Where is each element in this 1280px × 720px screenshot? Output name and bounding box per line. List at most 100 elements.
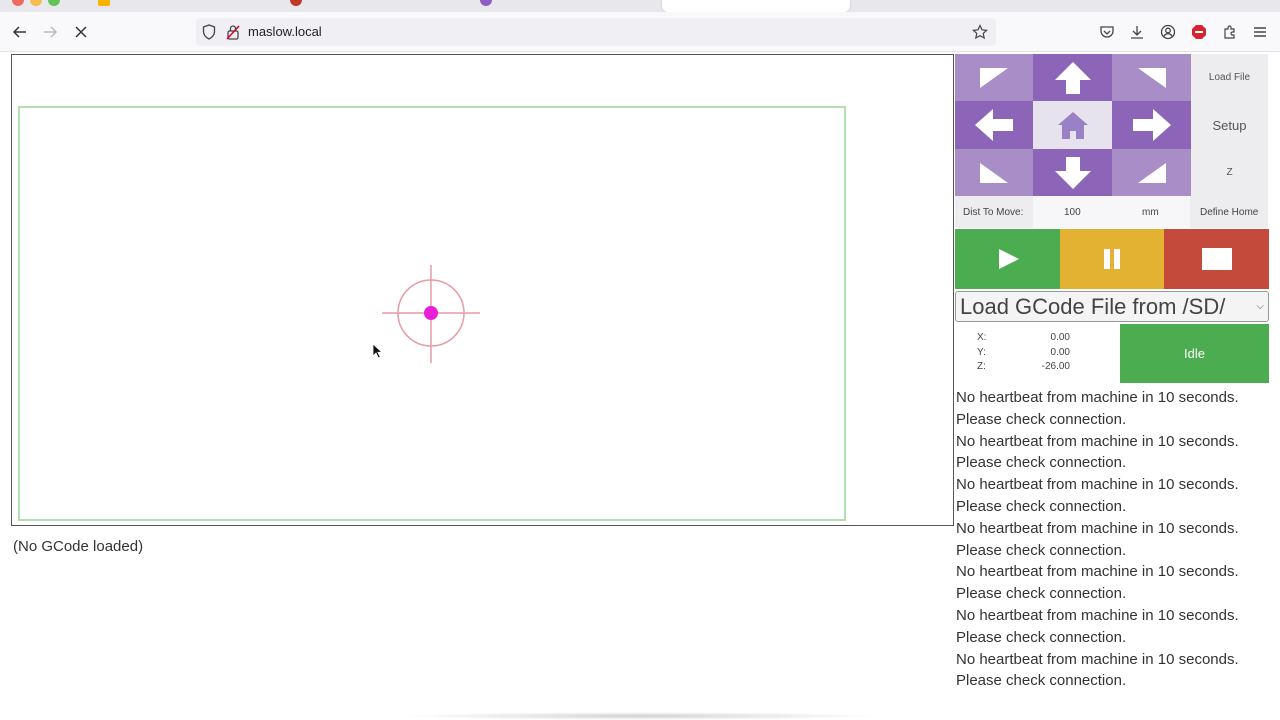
forward-button[interactable] bbox=[38, 20, 62, 44]
log-line: No heartbeat from machine in 10 seconds. bbox=[956, 389, 1239, 406]
mouse-cursor-icon bbox=[372, 343, 384, 359]
tab-favicon-icon bbox=[480, 0, 492, 6]
tab-favicon-icon bbox=[98, 0, 110, 6]
distance-unit-toggle[interactable]: mm bbox=[1142, 207, 1159, 218]
browser-tab-strip bbox=[0, 0, 1280, 12]
gcode-file-select[interactable]: Load GCode File from /SD/ ⌵ bbox=[955, 291, 1269, 322]
load-file-button[interactable]: Load File bbox=[1191, 54, 1268, 101]
preview-canvas[interactable] bbox=[11, 54, 954, 526]
browser-tab-active[interactable] bbox=[662, 0, 850, 12]
message-log: No heartbeat from machine in 10 seconds.… bbox=[956, 387, 1270, 692]
pocket-icon bbox=[1100, 26, 1114, 38]
window-close-icon[interactable] bbox=[12, 0, 24, 6]
bookmark-star-icon[interactable] bbox=[972, 24, 988, 40]
downloads-button[interactable] bbox=[1125, 20, 1149, 44]
distance-row: Dist To Move: 100 mm Define Home bbox=[955, 196, 1268, 228]
arrow-right-icon bbox=[1132, 109, 1171, 141]
y-value: 0.00 bbox=[1050, 347, 1070, 358]
jog-left-button[interactable] bbox=[955, 101, 1033, 149]
browser-tab[interactable] bbox=[290, 0, 470, 12]
window-shadow bbox=[400, 712, 880, 720]
extensions-button[interactable] bbox=[1218, 20, 1242, 44]
browser-tab[interactable] bbox=[98, 0, 278, 12]
pause-button[interactable] bbox=[1060, 229, 1164, 289]
log-line: Please check connection. bbox=[956, 454, 1127, 472]
jog-up-left-button[interactable] bbox=[955, 54, 1033, 101]
x-position-row: X: 0.00 bbox=[955, 332, 1119, 346]
x-value: 0.00 bbox=[1050, 332, 1070, 343]
chevron-down-icon: ⌵ bbox=[1256, 301, 1264, 312]
menu-button[interactable] bbox=[1248, 20, 1272, 44]
log-line: Please check connection. bbox=[956, 672, 1127, 690]
shield-icon[interactable] bbox=[202, 24, 216, 40]
log-line: Please check connection. bbox=[956, 410, 1127, 428]
log-line: No heartbeat from machine in 10 seconds. bbox=[956, 563, 1239, 581]
address-bar[interactable]: maslow.local bbox=[196, 18, 996, 46]
dist-to-move-label: Dist To Move: bbox=[963, 207, 1024, 218]
log-line: Please check connection. bbox=[956, 497, 1127, 515]
define-home-button[interactable]: Define Home bbox=[1200, 207, 1258, 218]
y-label: Y: bbox=[977, 347, 986, 358]
dist-to-move-value[interactable]: 100 bbox=[1064, 207, 1081, 218]
jog-up-button[interactable] bbox=[1033, 54, 1112, 101]
insecure-lock-icon[interactable] bbox=[226, 24, 240, 40]
account-button[interactable] bbox=[1156, 20, 1180, 44]
log-line: No heartbeat from machine in 10 seconds. bbox=[956, 432, 1239, 450]
jog-right-button[interactable] bbox=[1112, 101, 1191, 149]
url-text[interactable]: maslow.local bbox=[248, 24, 322, 39]
play-button[interactable] bbox=[955, 229, 1060, 289]
z-label: Z: bbox=[977, 361, 986, 372]
jog-home-button[interactable] bbox=[1033, 101, 1112, 149]
stop-loading-button[interactable] bbox=[69, 20, 93, 44]
jog-pad bbox=[955, 54, 1191, 196]
pocket-button[interactable] bbox=[1095, 20, 1119, 44]
jog-down-left-button[interactable] bbox=[955, 149, 1033, 196]
jog-down-right-button[interactable] bbox=[1112, 149, 1191, 196]
run-controls bbox=[955, 229, 1269, 289]
arrow-forward-icon bbox=[44, 26, 58, 38]
close-icon bbox=[75, 26, 87, 38]
gcode-status-text: (No GCode loaded) bbox=[13, 538, 144, 555]
adblock-icon bbox=[1192, 25, 1206, 39]
gcode-file-select-value: Load GCode File from /SD/ bbox=[960, 294, 1226, 319]
log-line: No heartbeat from machine in 10 seconds. bbox=[956, 519, 1239, 537]
position-readout: X: 0.00 Y: 0.00 Z: -26.00 bbox=[955, 330, 1119, 382]
z-button[interactable]: Z bbox=[1191, 149, 1268, 196]
stop-icon bbox=[1201, 248, 1232, 270]
arrow-up-icon bbox=[1054, 61, 1091, 94]
setup-button[interactable]: Setup bbox=[1191, 101, 1268, 149]
arrow-up-right-icon bbox=[1137, 67, 1166, 88]
position-dot bbox=[424, 306, 438, 320]
jog-down-button[interactable] bbox=[1033, 149, 1112, 196]
log-line: Please check connection. bbox=[956, 541, 1127, 559]
log-line: Please check connection. bbox=[956, 585, 1127, 603]
account-icon bbox=[1160, 24, 1176, 40]
arrow-back-icon bbox=[12, 26, 26, 38]
window-minimize-icon[interactable] bbox=[30, 0, 42, 6]
z-value: -26.00 bbox=[1041, 361, 1070, 372]
adblock-button[interactable] bbox=[1187, 20, 1211, 44]
dist-to-move-input[interactable] bbox=[1033, 196, 1190, 228]
crosshair-icon bbox=[382, 265, 480, 363]
window-maximize-icon[interactable] bbox=[48, 0, 60, 6]
puzzle-icon bbox=[1224, 25, 1235, 39]
log-line: No heartbeat from machine in 10 seconds. bbox=[956, 476, 1239, 494]
browser-toolbar: maslow.local bbox=[0, 12, 1280, 52]
y-position-row: Y: 0.00 bbox=[955, 347, 1119, 361]
jog-up-right-button[interactable] bbox=[1112, 54, 1191, 101]
stop-button[interactable] bbox=[1164, 229, 1269, 289]
arrow-down-icon bbox=[1054, 156, 1091, 189]
tab-favicon-icon bbox=[290, 0, 302, 6]
home-icon bbox=[1057, 112, 1088, 139]
arrow-down-left-icon bbox=[980, 162, 1008, 183]
back-button[interactable] bbox=[8, 20, 32, 44]
arrow-up-left-icon bbox=[980, 67, 1008, 88]
hamburger-menu-icon bbox=[1254, 27, 1266, 37]
download-icon bbox=[1131, 26, 1143, 39]
z-position-row: Z: -26.00 bbox=[955, 361, 1119, 375]
log-line: Please check connection. bbox=[956, 628, 1127, 646]
x-label: X: bbox=[977, 332, 987, 343]
play-icon bbox=[998, 249, 1019, 269]
browser-tab[interactable] bbox=[480, 0, 660, 12]
pause-icon bbox=[1104, 249, 1120, 269]
